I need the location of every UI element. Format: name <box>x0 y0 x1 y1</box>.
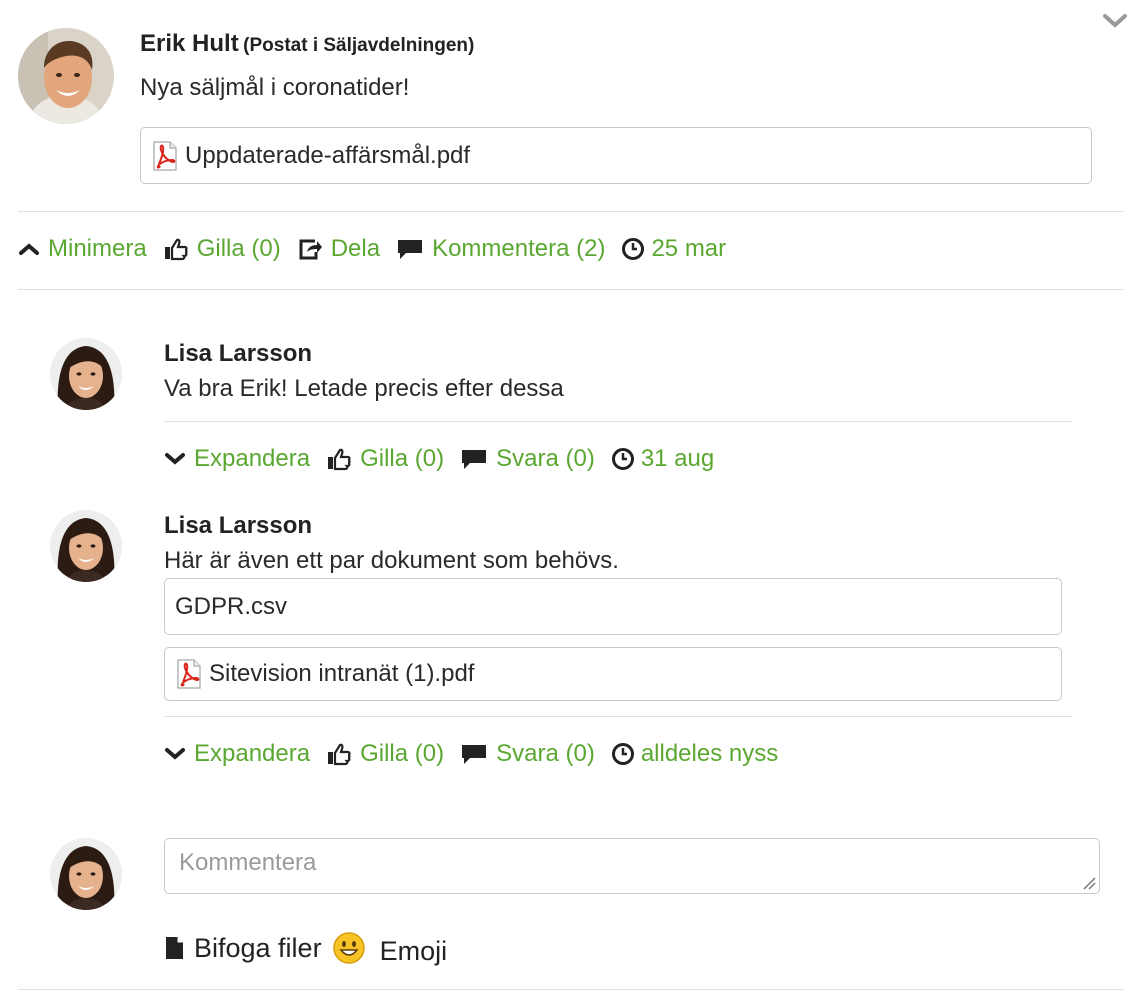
share-button[interactable]: Dela <box>297 235 380 263</box>
resize-handle-icon[interactable] <box>1080 874 1096 890</box>
attachment-link[interactable]: GDPR.csv <box>164 578 1062 635</box>
clock-icon <box>611 743 634 765</box>
emoji-button[interactable]: Emoji <box>332 930 447 967</box>
thumbs-up-icon <box>328 448 351 471</box>
posted-in[interactable]: (Postat i Säljavdelningen) <box>243 35 474 56</box>
comment-icon <box>462 450 487 469</box>
attachment-link[interactable]: Sitevision intranät (1).pdf <box>164 647 1062 701</box>
avatar <box>50 338 122 410</box>
chevron-down-icon <box>165 748 185 760</box>
composer-tools: Bifoga filer Emoji <box>164 928 463 968</box>
comment-actions: Expandera Gilla (0) Svara (0) alldeles n… <box>164 737 778 771</box>
comment-actions: Expandera Gilla (0) Svara (0) 31 aug <box>164 442 714 476</box>
expand-button[interactable]: Expandera <box>164 740 310 768</box>
chevron-down-icon <box>165 453 185 465</box>
chevron-up-icon <box>19 243 39 255</box>
post-actions: Minimera Gilla (0) Dela Kommentera (2) 2… <box>18 232 726 266</box>
comment-author[interactable]: Lisa Larsson <box>164 340 312 368</box>
like-button[interactable]: Gilla (0) <box>163 235 281 263</box>
reply-button[interactable]: Svara (0) <box>460 445 595 473</box>
thumbs-up-icon <box>164 238 188 261</box>
attachment-link[interactable]: Uppdaterade-affärsmål.pdf <box>140 127 1092 184</box>
pdf-icon <box>177 659 201 689</box>
avatar <box>18 28 114 124</box>
comment-input[interactable] <box>164 838 1100 894</box>
file-icon <box>166 937 183 959</box>
comment-date: 31 aug <box>611 445 714 473</box>
author-name[interactable]: Erik Hult <box>140 30 239 57</box>
like-button[interactable]: Gilla (0) <box>326 445 444 473</box>
chevron-down-icon[interactable] <box>1102 12 1128 30</box>
divider <box>164 421 1072 422</box>
comment-text: Va bra Erik! Letade precis efter dessa <box>164 375 564 402</box>
attachment-name: Sitevision intranät (1).pdf <box>209 660 475 687</box>
reply-button[interactable]: Svara (0) <box>460 740 595 768</box>
comment-author[interactable]: Lisa Larsson <box>164 512 312 540</box>
comment-icon <box>398 240 423 259</box>
comment-icon <box>462 745 487 764</box>
thumbs-up-icon <box>328 743 351 766</box>
attachment-name: Uppdaterade-affärsmål.pdf <box>185 141 471 169</box>
comment-text: Här är även ett par dokument som behövs. <box>164 547 619 574</box>
attachment-name: GDPR.csv <box>175 592 288 620</box>
clock-icon <box>622 238 645 260</box>
avatar <box>50 510 122 582</box>
post-date: 25 mar <box>621 235 726 263</box>
post-header: Erik Hult (Postat i Säljavdelningen) <box>140 30 474 58</box>
divider <box>18 211 1124 212</box>
avatar <box>50 838 122 910</box>
divider <box>164 716 1072 717</box>
comment-button[interactable]: Kommentera (2) <box>396 235 605 263</box>
expand-button[interactable]: Expandera <box>164 445 310 473</box>
comment-date: alldeles nyss <box>611 740 778 768</box>
like-button[interactable]: Gilla (0) <box>326 740 444 768</box>
minimize-button[interactable]: Minimera <box>18 235 147 263</box>
smiley-icon <box>332 932 365 964</box>
share-icon <box>299 239 322 260</box>
pdf-icon <box>153 140 177 171</box>
post-text: Nya säljmål i coronatider! <box>140 74 410 101</box>
divider <box>18 989 1124 990</box>
attach-files-button[interactable]: Bifoga filer <box>164 933 322 964</box>
divider <box>18 289 1124 290</box>
clock-icon <box>611 448 634 470</box>
